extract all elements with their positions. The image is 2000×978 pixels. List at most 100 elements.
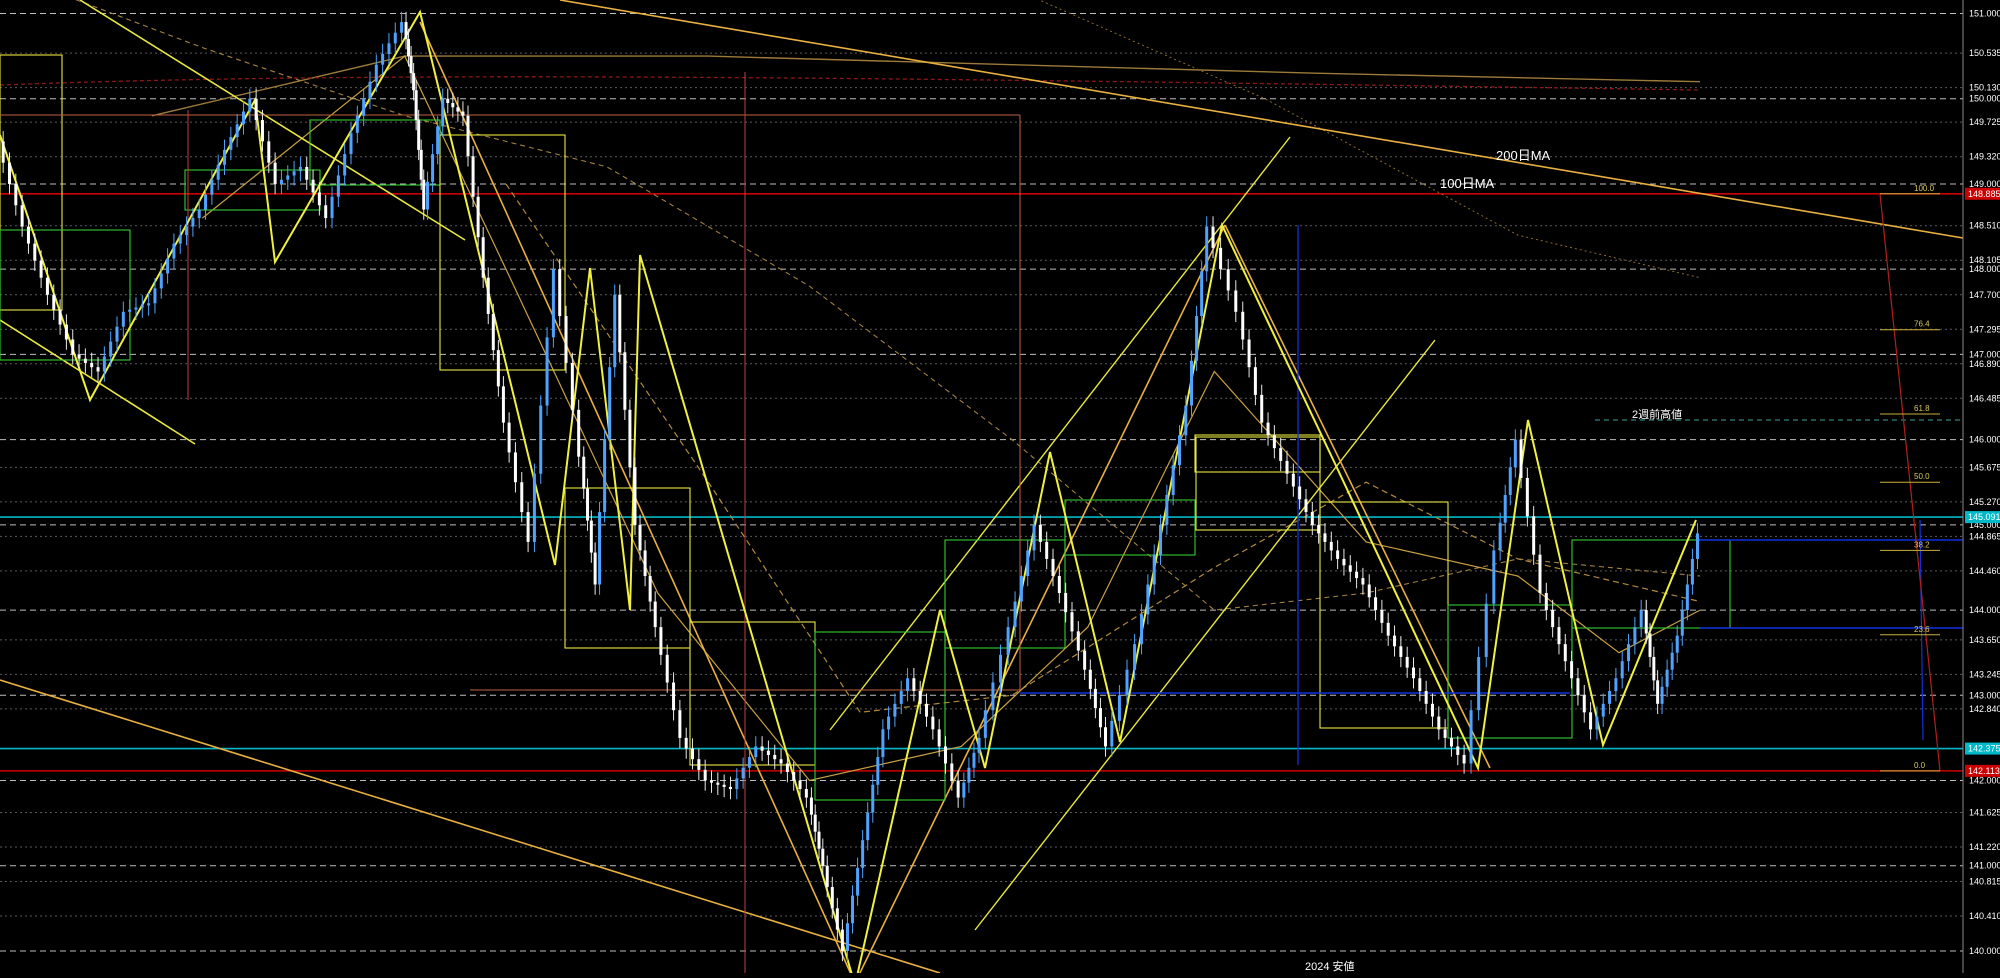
price-tick-label: 150.000: [1969, 94, 2000, 104]
price-tick-label: 142.840: [1969, 704, 2000, 714]
price-tick-label: 145.270: [1969, 497, 2000, 507]
candle-body: [436, 126, 440, 155]
candle-body: [1361, 578, 1365, 585]
candle-body: [709, 780, 713, 783]
candle-body: [876, 757, 880, 785]
price-tick-label: 148.000: [1969, 264, 2000, 274]
candle-body: [804, 789, 808, 798]
candle-body: [1057, 575, 1061, 594]
candle-body: [33, 243, 37, 261]
candle-body: [381, 54, 385, 65]
candle-body: [691, 748, 695, 760]
candle-body: [1680, 610, 1684, 636]
fib-level-label: 100.0: [1914, 184, 1935, 193]
candle-body: [7, 162, 11, 184]
candle-body: [1272, 435, 1276, 449]
candle-body: [417, 120, 421, 150]
candle-body: [653, 601, 657, 628]
candle-body: [1076, 631, 1080, 651]
candle-body: [747, 757, 751, 768]
candle-body: [613, 294, 617, 368]
fib-level-label: 61.8: [1914, 404, 1930, 413]
candle-body: [147, 303, 151, 306]
candle-body: [1380, 610, 1384, 623]
candle-body: [292, 171, 296, 176]
candle-body: [835, 908, 839, 930]
price-tick-label: 148.510: [1969, 221, 2000, 231]
ma100-label: 100日MA: [1440, 176, 1495, 191]
fib-level-label: 38.2: [1914, 540, 1930, 549]
price-tick-label: 146.485: [1969, 393, 2000, 403]
candle-body: [1178, 435, 1182, 466]
fx-chart[interactable]: 100.0 76.4 61.8 50.0 38.2 23.6 0.0 200日MA 100日…: [0, 0, 2000, 978]
candle-body: [735, 778, 739, 790]
candle-body: [813, 814, 817, 832]
candle-body: [1336, 550, 1340, 559]
candle-body: [1644, 610, 1648, 634]
candle-body: [52, 294, 56, 310]
fib-level-label: 76.4: [1914, 320, 1930, 329]
candle-body: [1098, 708, 1102, 728]
candle-body: [532, 473, 536, 542]
price-tick-label: 147.700: [1969, 290, 2000, 300]
candle-body: [267, 141, 271, 163]
candle-body: [39, 260, 43, 278]
candle-body: [216, 164, 220, 180]
candle-body: [582, 456, 586, 489]
price-tick-label: 150.130: [1969, 83, 2000, 93]
candle-body: [1032, 524, 1036, 551]
candle-body: [539, 405, 543, 474]
candle-body: [1, 141, 5, 163]
candle-body: [931, 716, 935, 730]
candle-body: [409, 56, 413, 74]
price-tick-label: 144.865: [1969, 531, 2000, 541]
candle-body: [697, 759, 701, 770]
candle-body: [77, 354, 81, 359]
price-tick-label: 147.295: [1969, 324, 2000, 334]
candle-body: [298, 166, 302, 172]
price-tick-label: 141.000: [1969, 861, 2000, 871]
candle-body: [330, 196, 334, 219]
candle-body: [840, 929, 844, 951]
candle-body: [830, 887, 834, 909]
candle-body: [1538, 554, 1542, 594]
candle-body: [638, 524, 642, 551]
candle-body: [520, 482, 524, 513]
candle-body: [1614, 678, 1618, 692]
candle-body: [317, 192, 321, 206]
candle-body: [618, 294, 622, 353]
candle-body: [166, 258, 170, 274]
candle-body: [14, 183, 18, 206]
ma200-label: 200日MA: [1496, 148, 1551, 163]
candle-body: [991, 682, 995, 711]
price-tick-label: 144.460: [1969, 566, 2000, 576]
two-week-high-label: 2週前高値: [1632, 407, 1682, 421]
candle-body: [121, 311, 125, 327]
candle-body: [197, 209, 201, 219]
candle-body: [1551, 610, 1555, 628]
candle-body: [899, 691, 903, 704]
candle-body: [906, 678, 910, 692]
candle-body: [809, 797, 813, 815]
candle-body: [798, 780, 802, 790]
candle-body: [1195, 316, 1199, 361]
candle-body: [486, 277, 490, 314]
candle-body: [672, 682, 676, 711]
candle-body: [279, 179, 283, 184]
candle-body: [241, 111, 245, 125]
candle-body: [825, 865, 829, 888]
candle-body: [1291, 473, 1295, 487]
candle-body: [1627, 644, 1631, 662]
price-tick-label: 140.815: [1969, 877, 2000, 887]
candle-body: [678, 710, 682, 738]
chart-canvas[interactable]: 100.0 76.4 61.8 50.0 38.2 23.6 0.0 200日MA 100日…: [0, 0, 2000, 978]
candle-body: [355, 115, 359, 133]
candle-body: [943, 746, 947, 764]
candle-body: [1045, 541, 1049, 559]
candle-body: [1639, 610, 1643, 628]
candle-body: [716, 782, 720, 785]
candle-body: [792, 771, 796, 781]
candle-body: [229, 137, 233, 150]
candle-body: [1456, 746, 1460, 755]
candle-body: [1159, 524, 1163, 555]
